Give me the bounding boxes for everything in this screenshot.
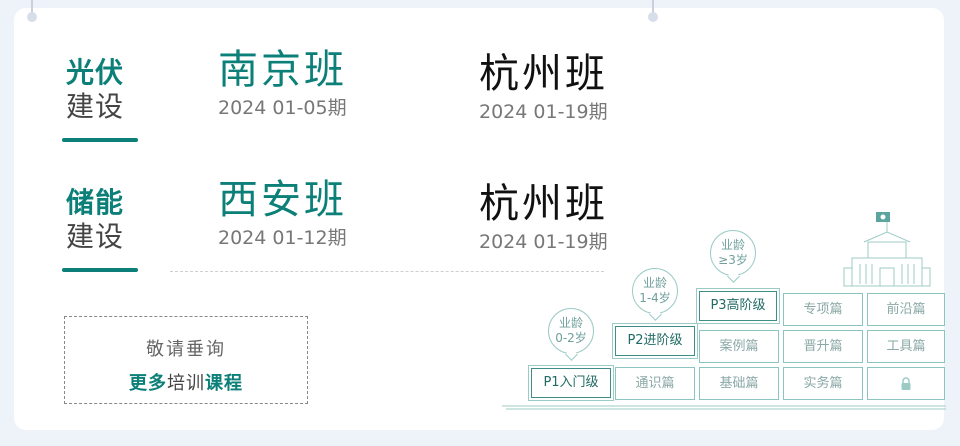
category-underline [62,268,138,272]
class-hangzhou-1[interactable]: 杭州班 2024 01-19期 [479,50,608,124]
category-underline [62,138,138,142]
level-p1[interactable]: P1入门级 [528,365,614,401]
module-bottom-1[interactable]: 通识篇 [615,367,695,400]
category-subtitle: 建设 [66,90,125,123]
flag-icon [876,212,890,222]
category-title: 光伏 [66,56,125,89]
experience-bubble-p2: 业龄 1-4岁 [632,268,678,314]
class-name: 西安班 [218,177,347,223]
bubble-label: 业龄 [720,238,745,252]
inquiry-title: 敬请垂询 [146,339,226,360]
inquiry-box[interactable]: 敬请垂询 更多培训课程 [64,316,308,404]
building-icon [843,218,931,287]
bubble-label: 业龄 [558,316,583,330]
category-photovoltaic[interactable]: 光伏 建设 [62,56,138,142]
class-date: 2024 01-19期 [479,101,608,123]
class-date: 2024 01-05期 [218,97,347,119]
bubble-label: 业龄 [642,276,667,290]
more-courses-link[interactable]: 更多培训课程 [65,369,307,395]
class-xian[interactable]: 西安班 2024 01-12期 [218,176,347,250]
inquiry-part-courses: 课程 [205,373,243,394]
bubble-value: ≥3岁 [718,253,748,267]
hanger-dot-right [648,12,658,22]
module-bottom-2[interactable]: 基础篇 [699,367,779,400]
module-locked[interactable] [867,367,945,400]
bubble-value: 1-4岁 [639,291,671,305]
lock-icon [901,377,911,390]
category-energy-storage[interactable]: 储能 建设 [62,186,138,272]
class-date: 2024 01-12期 [218,227,347,249]
class-name: 杭州班 [479,51,608,97]
module-top-2[interactable]: 前沿篇 [867,293,945,326]
ground-hatch [502,405,946,410]
module-mid-1[interactable]: 案例篇 [699,330,779,363]
class-name: 南京班 [218,47,347,93]
bubble-value: 0-2岁 [555,331,587,345]
class-nanjing[interactable]: 南京班 2024 01-05期 [218,46,347,120]
category-subtitle: 建设 [66,220,125,253]
module-mid-2[interactable]: 晋升篇 [783,330,863,363]
inquiry-part-more: 更多 [129,373,167,394]
experience-bubble-p1: 业龄 0-2岁 [548,308,594,354]
level-p3[interactable]: P3高阶级 [696,288,780,324]
module-mid-3[interactable]: 工具篇 [867,330,945,363]
experience-bubble-p3: 业龄 ≥3岁 [710,230,756,276]
module-top-1[interactable]: 专项篇 [783,293,863,326]
hanger-dot-left [27,12,37,22]
level-p2[interactable]: P2进阶级 [612,323,698,359]
category-title: 储能 [66,186,125,219]
module-bottom-3[interactable]: 实务篇 [783,367,863,400]
inquiry-part-training: 培训 [167,373,205,394]
